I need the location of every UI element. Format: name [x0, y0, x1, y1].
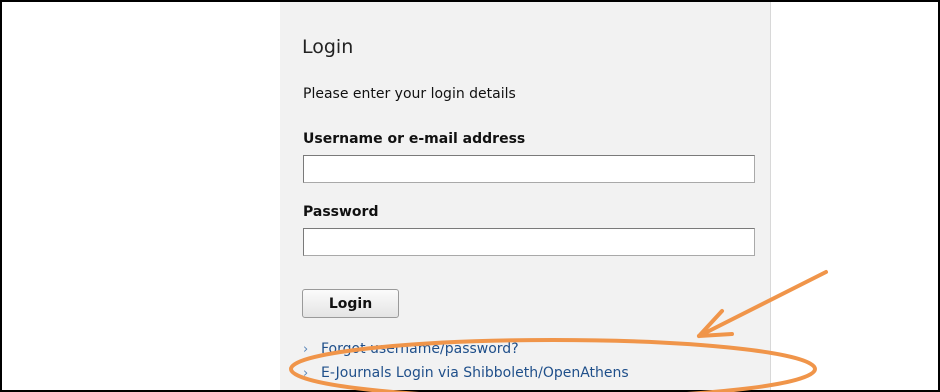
shibboleth-openathens-login-link[interactable]: E-Journals Login via Shibboleth/OpenAthe…: [321, 365, 629, 381]
forgot-credentials-link-row[interactable]: › Forgot username/password?: [303, 341, 519, 357]
chevron-right-icon: ›: [303, 366, 309, 381]
username-input[interactable]: [303, 155, 755, 183]
password-input[interactable]: [303, 228, 755, 256]
login-title: Login: [302, 36, 354, 58]
username-label: Username or e-mail address: [303, 131, 526, 147]
chevron-right-icon: ›: [303, 342, 309, 357]
forgot-credentials-link[interactable]: Forgot username/password?: [321, 341, 519, 357]
shibboleth-login-link-row[interactable]: › E-Journals Login via Shibboleth/OpenAth…: [303, 365, 629, 381]
login-intro-text: Please enter your login details: [303, 86, 516, 102]
login-button[interactable]: Login: [302, 289, 399, 318]
login-panel: [280, 2, 771, 390]
screenshot-frame: Login Please enter your login details Us…: [0, 0, 940, 392]
password-label: Password: [303, 204, 379, 220]
